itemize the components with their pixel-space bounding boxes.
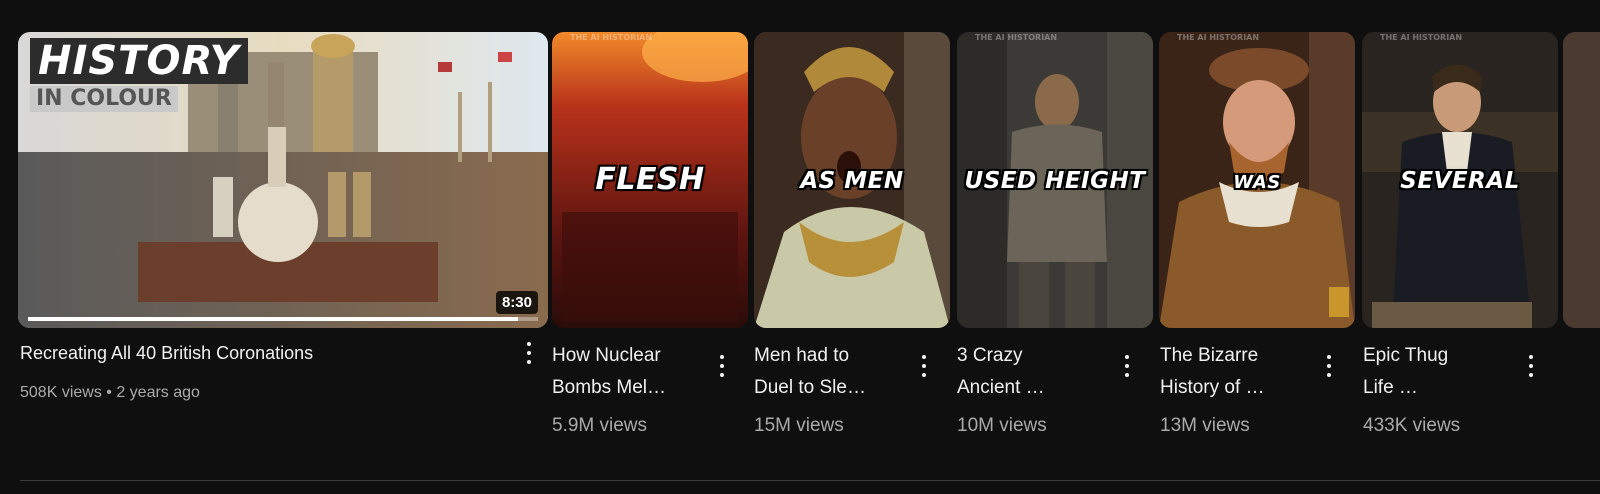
channel-watermark: THE AI HISTORIAN bbox=[570, 33, 653, 42]
more-actions-icon[interactable] bbox=[1120, 353, 1134, 379]
video-thumbnail-epic-thug[interactable]: THE AI HISTORIAN SEVERAL bbox=[1362, 32, 1558, 328]
view-count: 15M views bbox=[754, 415, 844, 436]
more-actions-icon[interactable] bbox=[522, 340, 536, 366]
video-title[interactable]: Men had to Duel to Sle… bbox=[754, 340, 866, 404]
thumbnail-caption: WAS bbox=[1233, 172, 1281, 193]
thumbnail-caption: SEVERAL bbox=[1400, 168, 1520, 194]
video-thumbnail-bizarre-history[interactable]: THE AI HISTORIAN WAS bbox=[1159, 32, 1355, 328]
thumbnail-caption: FLESH bbox=[595, 162, 705, 197]
more-actions-icon[interactable] bbox=[917, 353, 931, 379]
title-line-1: Men had to bbox=[754, 345, 850, 366]
channel-watermark: THE AI HISTORIAN bbox=[975, 33, 1058, 42]
channel-watermark: THE AI HISTORIAN bbox=[1380, 33, 1463, 42]
partial-thumbnail-image bbox=[1563, 32, 1600, 328]
thumbnail-caption: USED HEIGHT bbox=[964, 168, 1146, 194]
more-actions-icon[interactable] bbox=[1322, 353, 1336, 379]
video-title[interactable]: 3 Crazy Ancient … bbox=[957, 340, 1045, 404]
banner-title: HISTORY bbox=[30, 38, 248, 84]
upload-age: 2 years ago bbox=[116, 384, 200, 401]
video-thumbnail-duel[interactable]: AS MEN bbox=[754, 32, 950, 328]
video-metadata: 508K views • 2 years ago bbox=[20, 384, 200, 402]
title-line-2: Life … bbox=[1363, 377, 1418, 398]
title-line-1: Epic Thug bbox=[1363, 345, 1449, 366]
shelf-divider bbox=[20, 480, 1600, 481]
more-actions-icon[interactable] bbox=[715, 353, 729, 379]
watch-progress-bar bbox=[28, 317, 538, 321]
video-title[interactable]: How Nuclear Bombs Mel… bbox=[552, 340, 666, 404]
view-count: 13M views bbox=[1160, 415, 1250, 436]
title-line-2: Duel to Sle… bbox=[754, 377, 866, 398]
more-actions-icon[interactable] bbox=[1524, 353, 1538, 379]
video-title[interactable]: Recreating All 40 British Coronations bbox=[20, 340, 313, 366]
duration-badge: 8:30 bbox=[495, 291, 538, 314]
banner-subtitle: IN COLOUR bbox=[30, 86, 178, 112]
title-line-2: History of … bbox=[1160, 377, 1265, 398]
history-in-colour-banner: HISTORY IN COLOUR bbox=[30, 38, 248, 112]
video-thumbnail-ancient[interactable]: THE AI HISTORIAN USED HEIGHT bbox=[957, 32, 1153, 328]
title-line-2: Ancient … bbox=[957, 377, 1045, 398]
video-thumbnail-nuclear[interactable]: THE AI HISTORIAN FLESH bbox=[552, 32, 748, 328]
title-line-1: How Nuclear bbox=[552, 345, 661, 366]
video-thumbnail-coronations[interactable]: HISTORY IN COLOUR 8:30 bbox=[18, 32, 548, 328]
video-title[interactable]: Epic Thug Life … bbox=[1363, 340, 1448, 404]
view-count: 10M views bbox=[957, 415, 1047, 436]
next-video-thumbnail-partial[interactable] bbox=[1563, 32, 1600, 328]
view-count: 5.9M views bbox=[552, 415, 648, 436]
video-title[interactable]: The Bizarre History of … bbox=[1160, 340, 1265, 404]
channel-watermark: THE AI HISTORIAN bbox=[1177, 33, 1260, 42]
title-line-1: The Bizarre bbox=[1160, 345, 1259, 366]
title-line-1: 3 Crazy bbox=[957, 345, 1023, 366]
thumbnail-caption: AS MEN bbox=[800, 168, 904, 194]
watch-progress-fill bbox=[28, 317, 518, 321]
separator-dot: • bbox=[106, 384, 117, 401]
view-count: 508K views bbox=[20, 384, 102, 401]
video-shelf: HISTORY IN COLOUR 8:30 Recreating All 40… bbox=[0, 0, 1600, 494]
view-count: 433K views bbox=[1363, 415, 1461, 436]
title-line-2: Bombs Mel… bbox=[552, 377, 667, 398]
